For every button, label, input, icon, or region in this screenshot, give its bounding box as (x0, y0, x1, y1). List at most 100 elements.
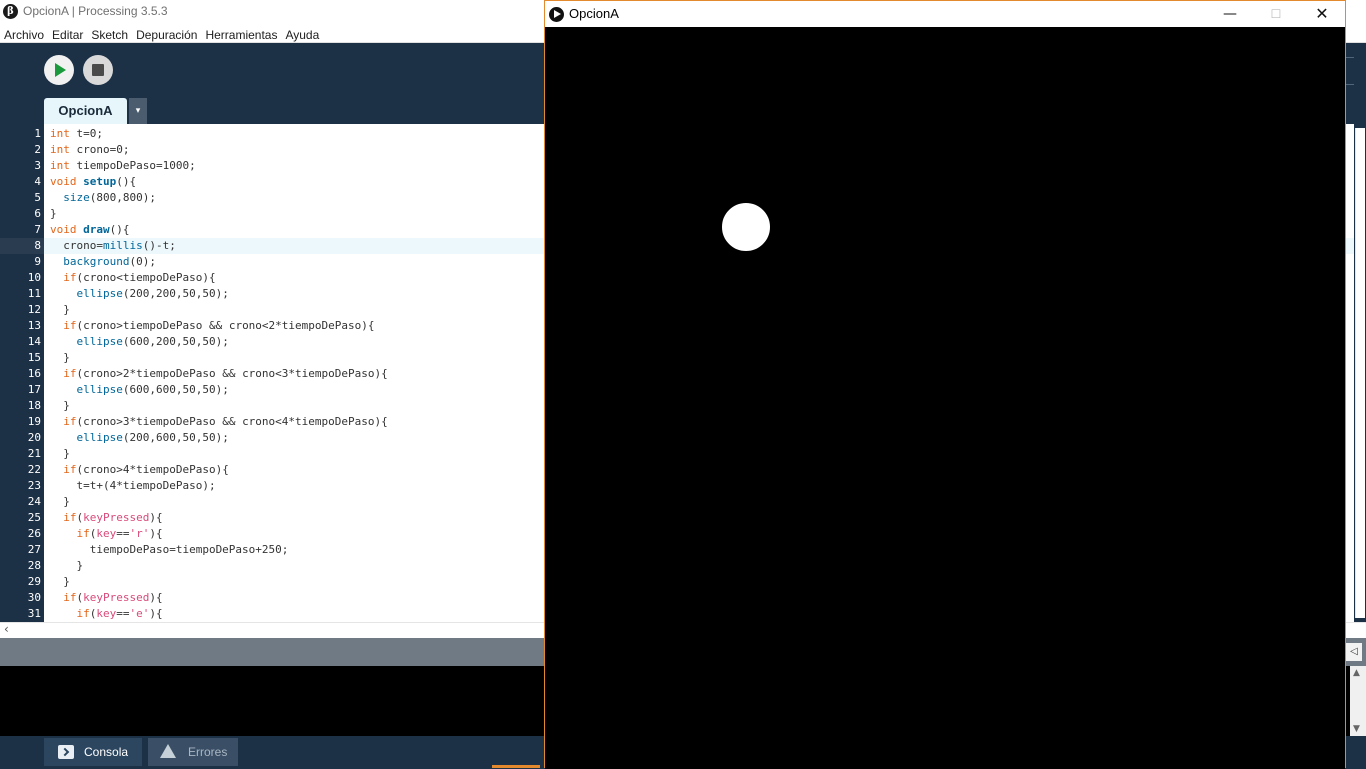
sketch-canvas[interactable] (545, 27, 1345, 769)
code-line: ellipse(200,600,50,50); (50, 430, 229, 446)
code-token: } (50, 575, 70, 588)
console-scrollbar[interactable]: ▲ ▼ (1350, 666, 1366, 736)
minimize-button[interactable]: — (1207, 1, 1253, 27)
line-number: 20 (27, 431, 41, 444)
line-number: 28 (27, 559, 41, 572)
code-line: t=t+(4*tiempoDePaso); (50, 478, 215, 494)
collapse-console-icon[interactable]: ◁ (1346, 643, 1362, 661)
code-token: if (63, 271, 77, 284)
code-line: if(keyPressed){ (50, 510, 162, 526)
line-number: 18 (27, 399, 41, 412)
menu-herramientas[interactable]: Herramientas (201, 27, 281, 42)
errors-tab[interactable]: Errores (148, 738, 238, 766)
code-line: void draw(){ (50, 222, 130, 238)
line-number: 2 (34, 143, 41, 156)
line-number: 9 (34, 255, 41, 268)
code-token: if (63, 511, 77, 524)
tab-menu-arrow-icon[interactable]: ▾ (129, 98, 147, 124)
code-token: ){ (149, 527, 163, 540)
code-token: (0); (129, 255, 156, 268)
code-token: int (50, 159, 70, 172)
code-line: ellipse(600,200,50,50); (50, 334, 229, 350)
code-token: void (50, 175, 77, 188)
code-token: 'r' (129, 527, 150, 540)
menu-archivo[interactable]: Archivo (0, 27, 48, 42)
code-token: (crono>tiempoDePaso && crono<2*tiempoDeP… (76, 319, 375, 332)
line-number: 4 (34, 175, 41, 188)
run-button[interactable] (44, 55, 74, 85)
line-number: 1 (34, 127, 41, 140)
code-token: if (63, 463, 77, 476)
code-line: crono=millis()-t; (50, 238, 176, 254)
line-number: 12 (27, 303, 41, 316)
code-token: if (63, 591, 77, 604)
line-number: 24 (27, 495, 41, 508)
maximize-button[interactable]: ☐ (1253, 1, 1299, 27)
code-line: } (50, 494, 70, 510)
scroll-up-arrow-icon[interactable]: ▲ (1353, 668, 1360, 678)
line-number: 22 (27, 463, 41, 476)
code-line: if(key=='r'){ (50, 526, 163, 542)
code-token: crono= (50, 239, 103, 252)
line-number: 14 (27, 335, 41, 348)
code-line: } (50, 350, 70, 366)
stop-button[interactable] (83, 55, 113, 85)
code-token: if (76, 607, 90, 620)
menu-depuracion[interactable]: Depuración (132, 27, 201, 42)
code-token: (crono>3*tiempoDePaso && crono<4*tiempoD… (76, 415, 388, 428)
console-icon (58, 745, 74, 759)
sketch-titlebar: OpcionA — ☐ ✕ (545, 1, 1345, 27)
code-line: } (50, 558, 83, 574)
code-line: ellipse(200,200,50,50); (50, 286, 229, 302)
line-number: 7 (34, 223, 41, 236)
code-token: t=0; (69, 127, 103, 140)
line-number: 25 (27, 511, 41, 524)
code-line: if(crono>4*tiempoDePaso){ (50, 462, 229, 478)
code-token: void (50, 223, 77, 236)
code-token: (200,200,50,50); (122, 287, 229, 300)
code-token: key (96, 527, 117, 540)
menu-ayuda[interactable]: Ayuda (281, 27, 323, 42)
line-number: 23 (27, 479, 41, 492)
sketch-window: OpcionA — ☐ ✕ (544, 0, 1346, 769)
code-token: setup (83, 175, 117, 188)
code-token: (600,600,50,50); (122, 383, 229, 396)
code-token: tiempoDePaso=1000; (69, 159, 196, 172)
code-token: int (50, 127, 70, 140)
tab-opciona[interactable]: OpcionA (44, 98, 127, 124)
processing-logo-icon: β (3, 4, 18, 19)
scroll-left-arrow-icon[interactable]: ‹ (4, 622, 9, 636)
code-line: tiempoDePaso=tiempoDePaso+250; (50, 542, 289, 558)
code-line: if(crono>tiempoDePaso && crono<2*tiempoD… (50, 318, 375, 334)
code-token: size (63, 191, 90, 204)
code-token: (crono>2*tiempoDePaso && crono<3*tiempoD… (76, 367, 388, 380)
line-number: 21 (27, 447, 41, 460)
line-number: 16 (27, 367, 41, 380)
code-token: } (50, 495, 70, 508)
menu-editar[interactable]: Editar (48, 27, 87, 42)
code-token: == (116, 527, 130, 540)
code-line: if(crono>3*tiempoDePaso && crono<4*tiemp… (50, 414, 388, 430)
code-token: (){ (116, 175, 137, 188)
code-token: ellipse (76, 431, 123, 444)
line-number: 29 (27, 575, 41, 588)
line-number: 5 (34, 191, 41, 204)
console-tab[interactable]: Consola (44, 738, 142, 766)
editor-vertical-scrollbar[interactable] (1355, 128, 1365, 618)
code-line: if(crono>2*tiempoDePaso && crono<3*tiemp… (50, 366, 388, 382)
code-token: } (50, 399, 70, 412)
close-button[interactable]: ✕ (1299, 1, 1345, 27)
menu-sketch[interactable]: Sketch (87, 27, 132, 42)
code-token: if (63, 367, 77, 380)
sketch-window-title: OpcionA (569, 6, 619, 21)
code-token: } (50, 447, 70, 460)
scroll-down-arrow-icon[interactable]: ▼ (1353, 724, 1360, 734)
